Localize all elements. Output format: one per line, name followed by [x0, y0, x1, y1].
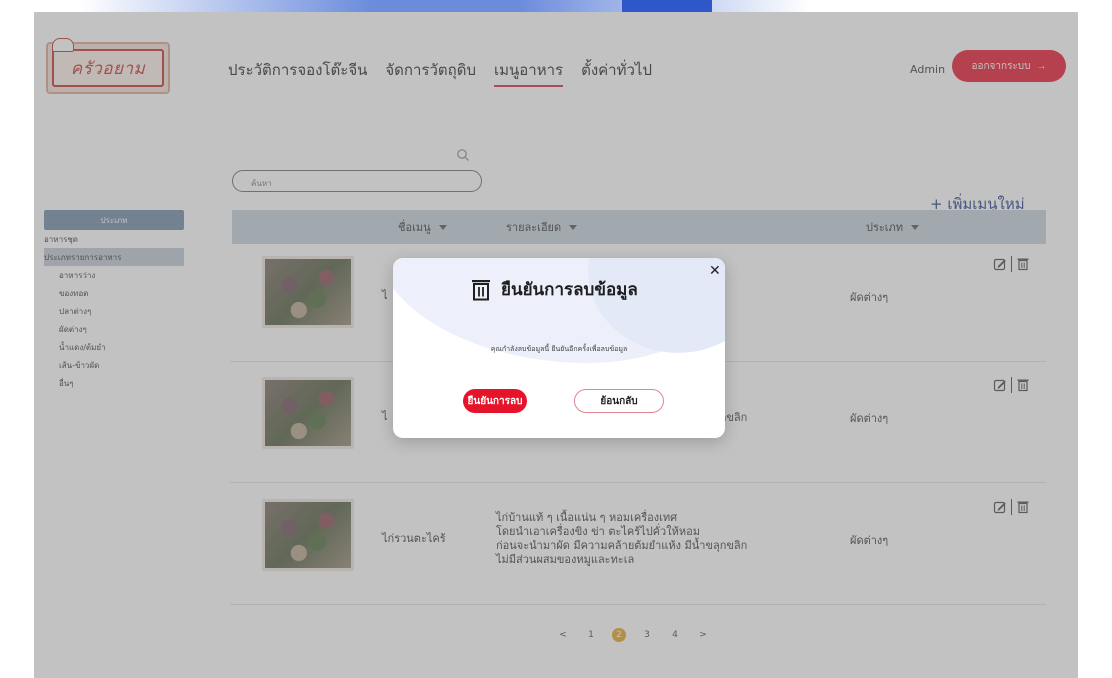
delete-confirm-dialog: ✕ ยืนยันการลบข้อมูล คุณกำลังลบข้อมูลนี้ …	[393, 258, 725, 438]
confirm-delete-button[interactable]: ยืนยันการลบ	[463, 389, 527, 413]
top-decor-block	[622, 0, 712, 12]
modal-message: คุณกำลังลบข้อมูลนี้ ยืนยันอีกครั้งเพื่อล…	[490, 345, 628, 353]
close-icon[interactable]: ✕	[709, 264, 721, 278]
trash-icon	[472, 279, 490, 300]
modal-title-row: ยืนยันการลบข้อมูล	[471, 276, 638, 303]
back-button[interactable]: ย้อนกลับ	[574, 389, 664, 413]
top-decor-band	[0, 0, 1112, 12]
modal-title: ยืนยันการลบข้อมูล	[501, 280, 638, 300]
